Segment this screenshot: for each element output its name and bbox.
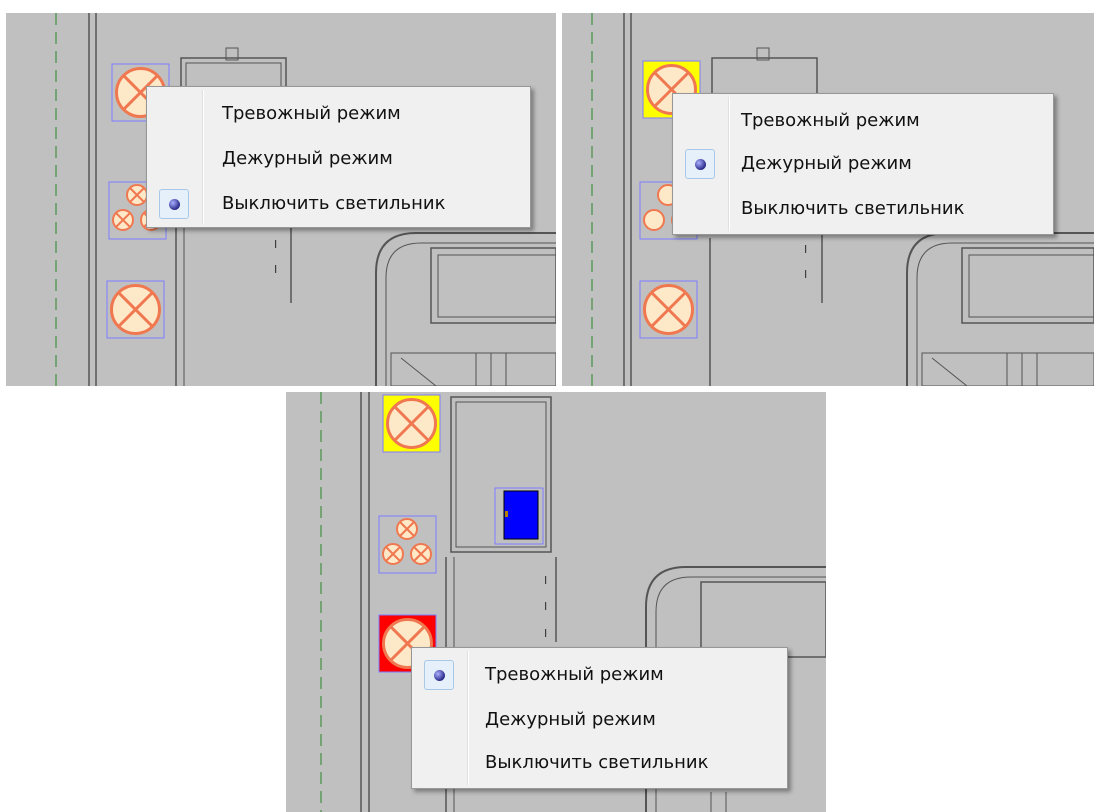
menu-item-label: Выключить светильник <box>485 752 709 773</box>
radio-checked-icon <box>685 149 715 179</box>
menu-item-label: Тревожный режим <box>222 103 401 124</box>
menu-item-label: Тревожный режим <box>485 664 664 685</box>
panel-alarm: I I I Тревожный режим Дежурный режим Вык… <box>286 392 826 812</box>
device-icon[interactable] <box>494 487 544 547</box>
radio-checked-icon <box>159 189 189 219</box>
lamp-icon[interactable] <box>639 280 699 340</box>
context-menu: Тревожный режим Дежурный режим Выключить… <box>146 86 531 228</box>
svg-text:I: I <box>544 574 547 587</box>
svg-text:I: I <box>544 627 547 640</box>
svg-text:I: I <box>274 263 277 276</box>
context-menu: Тревожный режим Дежурный режим Выключить… <box>411 647 788 789</box>
menu-item-turn-off[interactable]: Выключить светильник <box>673 189 1053 229</box>
menu-item-duty-mode[interactable]: Дежурный режим <box>673 144 1053 184</box>
menu-item-label: Выключить светильник <box>222 193 446 214</box>
lamp-icon[interactable] <box>106 280 166 340</box>
menu-item-alarm-mode[interactable]: Тревожный режим <box>412 655 787 695</box>
radio-checked-icon <box>424 660 454 690</box>
menu-item-label: Дежурный режим <box>485 709 656 730</box>
menu-item-duty-mode[interactable]: Дежурный режим <box>412 700 787 740</box>
svg-text:I: I <box>544 600 547 613</box>
menu-item-alarm-mode[interactable]: Тревожный режим <box>673 101 1053 141</box>
lamp-icon[interactable] <box>382 394 442 454</box>
svg-text:I: I <box>274 238 277 251</box>
menu-item-label: Дежурный режим <box>741 153 912 174</box>
menu-item-label: Тревожный режим <box>741 110 920 131</box>
panel-duty: I I Тревожный режим Дежурный режим Выклю… <box>562 13 1094 386</box>
menu-item-alarm-mode[interactable]: Тревожный режим <box>147 94 530 134</box>
menu-item-label: Выключить светильник <box>741 198 965 219</box>
svg-text:I: I <box>804 243 807 256</box>
menu-item-duty-mode[interactable]: Дежурный режим <box>147 139 530 179</box>
lamp-group-icon[interactable] <box>378 515 438 575</box>
svg-text:I: I <box>804 268 807 281</box>
menu-item-turn-off[interactable]: Выключить светильник <box>147 184 530 224</box>
menu-item-turn-off[interactable]: Выключить светильник <box>412 743 787 783</box>
context-menu: Тревожный режим Дежурный режим Выключить… <box>672 93 1054 235</box>
panel-off: I I Тревожный режим Дежурный режим Выклю… <box>6 13 556 386</box>
menu-item-label: Дежурный режим <box>222 148 393 169</box>
